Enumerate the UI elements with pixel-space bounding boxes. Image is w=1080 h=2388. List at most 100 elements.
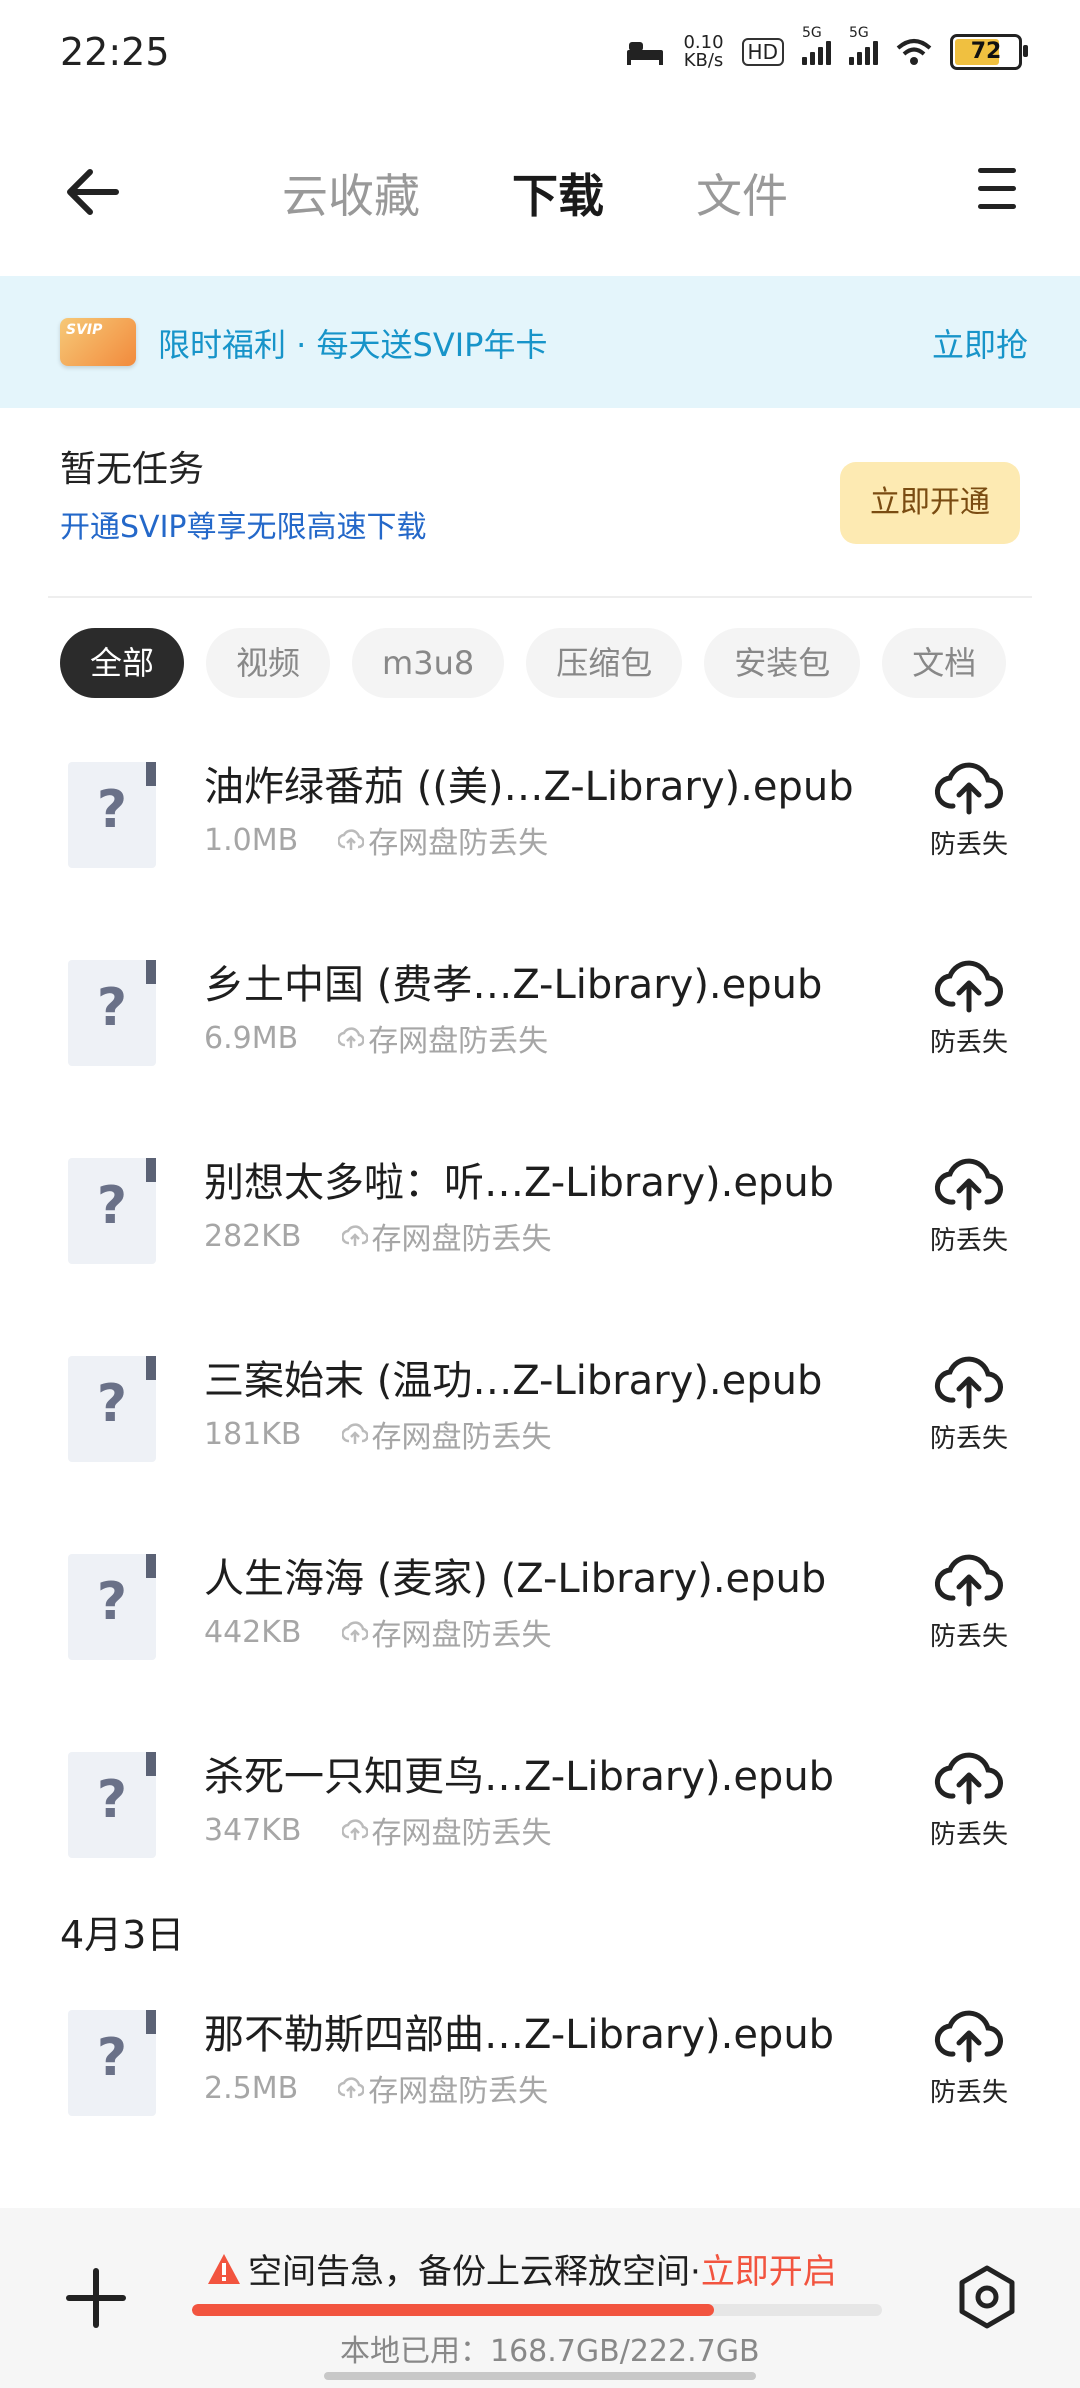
date-section-header: 4月3日 <box>60 1913 185 1957</box>
cloud-upload-small-icon <box>341 1819 368 1840</box>
net-speed: 0.10 KB/s <box>683 34 723 70</box>
file-list-item[interactable]: ? 杀死一只知更鸟…Z-Library).epub 347KB 存网盘防丢失 防丢失 <box>0 1732 1080 1930</box>
file-list-item[interactable]: ? 人生海海 (麦家) (Z-Library).epub 442KB 存网盘防丢失 防丢… <box>0 1534 1080 1732</box>
signal-1-label: 5G <box>802 25 822 41</box>
backup-hint: 存网盘防丢失 <box>371 1222 552 1257</box>
promo-text: 限时福利 · 每天送SVIP年卡 <box>158 326 548 364</box>
backup-label: 防丢失 <box>929 1820 1008 1850</box>
filter-documents[interactable]: 文档 <box>882 628 1007 698</box>
enable-backup-link[interactable]: 立即开启 <box>701 2244 837 2293</box>
grab-now-link[interactable]: 立即抢 <box>932 320 1028 366</box>
add-icon[interactable] <box>66 2268 126 2328</box>
file-size: 181KB <box>204 1416 302 1452</box>
backup-hint: 存网盘防丢失 <box>368 826 549 861</box>
cloud-upload-icon <box>934 2010 1003 2063</box>
menu-icon[interactable] <box>978 168 1016 222</box>
tab-bar: 云收藏 下载 文件 <box>282 160 788 226</box>
svip-upsell-link[interactable]: 开通SVIP尊享无限高速下载 <box>60 502 427 546</box>
cloud-upload-icon <box>934 960 1003 1013</box>
file-meta: 442KB 存网盘防丢失 <box>204 1610 552 1654</box>
wifi-icon <box>896 39 932 65</box>
file-size: 6.9MB <box>204 1020 299 1056</box>
backup-button[interactable]: 防丢失 <box>924 958 1014 1059</box>
status-bar: 22:25 0.10 KB/s HD 5G 5G 72 <box>0 0 1080 116</box>
storage-alert-text: 空间告急，备份上云释放空间· <box>248 2252 701 2292</box>
unknown-file-icon: ? <box>68 2010 156 2116</box>
backup-hint: 存网盘防丢失 <box>368 1024 549 1059</box>
filter-chips: 全部 视频 m3u8 压缩包 安装包 文档 <box>60 628 1007 698</box>
backup-button[interactable]: 防丢失 <box>924 2008 1014 2109</box>
cloud-upload-small-icon <box>338 829 365 850</box>
unknown-file-icon: ? <box>68 1752 156 1858</box>
unknown-file-icon: ? <box>68 960 156 1066</box>
file-meta: 181KB 存网盘防丢失 <box>204 1412 552 1456</box>
promo-banner[interactable]: SVIP 限时福利 · 每天送SVIP年卡 立即抢 <box>0 276 1080 408</box>
no-task-title: 暂无任务 <box>60 449 205 490</box>
svip-card-label: SVIP <box>66 322 103 338</box>
net-speed-unit: KB/s <box>683 50 724 71</box>
storage-progress-fill <box>192 2304 715 2316</box>
file-size: 1.0MB <box>204 822 299 858</box>
filter-m3u8[interactable]: m3u8 <box>352 628 505 698</box>
divider <box>48 596 1032 598</box>
back-arrow-icon[interactable] <box>62 160 126 224</box>
file-list-item[interactable]: ? 乡土中国 (费孝…Z-Library).epub 6.9MB 存网盘防丢失 防丢失 <box>0 940 1080 1138</box>
bed-icon <box>627 42 664 65</box>
file-size: 347KB <box>204 1812 302 1848</box>
backup-button[interactable]: 防丢失 <box>924 1750 1014 1851</box>
file-name: 油炸绿番茄 ((美)…Z-Library).epub <box>204 764 854 810</box>
backup-hint: 存网盘防丢失 <box>371 1420 552 1455</box>
warning-icon <box>208 2253 240 2284</box>
status-time: 22:25 <box>60 30 170 74</box>
tab-files[interactable]: 文件 <box>696 160 788 226</box>
top-nav: 云收藏 下载 文件 <box>0 116 1080 274</box>
storage-progress <box>192 2304 882 2316</box>
bottom-bar: 空间告急，备份上云释放空间· 立即开启 本地已用：168.7GB/222.7GB <box>0 2208 1080 2388</box>
backup-hint: 存网盘防丢失 <box>371 1618 552 1653</box>
file-size: 2.5MB <box>204 2070 299 2106</box>
no-task-section: 暂无任务 开通SVIP尊享无限高速下载 <box>60 440 427 546</box>
file-list-item[interactable]: ? 那不勒斯四部曲…Z-Library).epub 2.5MB 存网盘防丢失 防丢失 <box>0 1990 1080 2188</box>
file-size: 442KB <box>204 1614 302 1650</box>
backup-hint: 存网盘防丢失 <box>368 2074 549 2109</box>
file-name: 杀死一只知更鸟…Z-Library).epub <box>204 1754 835 1800</box>
signal-1-icon: 5G <box>802 25 831 65</box>
file-list-item[interactable]: ? 油炸绿番茄 ((美)…Z-Library).epub 1.0MB 存网盘防丢失 防丢… <box>0 742 1080 940</box>
backup-label: 防丢失 <box>929 2078 1008 2108</box>
filter-archive[interactable]: 压缩包 <box>526 628 683 698</box>
settings-hex-icon[interactable] <box>954 2264 1020 2330</box>
file-meta: 282KB 存网盘防丢失 <box>204 1214 552 1258</box>
status-icons: 0.10 KB/s HD 5G 5G 72 <box>625 25 1028 70</box>
backup-button[interactable]: 防丢失 <box>924 760 1014 861</box>
tab-downloads[interactable]: 下载 <box>512 160 604 226</box>
backup-hint: 存网盘防丢失 <box>371 1816 552 1851</box>
cloud-upload-icon <box>934 1752 1003 1805</box>
unknown-file-icon: ? <box>68 1356 156 1462</box>
backup-label: 防丢失 <box>929 1028 1008 1058</box>
filter-video[interactable]: 视频 <box>206 628 331 698</box>
tab-cloud-favorites[interactable]: 云收藏 <box>282 160 420 226</box>
backup-button[interactable]: 防丢失 <box>924 1354 1014 1455</box>
cloud-upload-icon <box>934 1158 1003 1211</box>
file-size: 282KB <box>204 1218 302 1254</box>
file-list-item[interactable]: ? 三案始末 (温功…Z-Library).epub 181KB 存网盘防丢失 防丢失 <box>0 1336 1080 1534</box>
open-svip-button[interactable]: 立即开通 <box>840 462 1020 544</box>
backup-label: 防丢失 <box>929 1424 1008 1454</box>
file-meta: 6.9MB 存网盘防丢失 <box>204 1016 548 1060</box>
backup-button[interactable]: 防丢失 <box>924 1552 1014 1653</box>
cloud-upload-icon <box>934 1356 1003 1409</box>
file-name: 人生海海 (麦家) (Z-Library).epub <box>204 1556 827 1602</box>
file-name: 别想太多啦：听…Z-Library).epub <box>204 1160 835 1206</box>
filter-apk[interactable]: 安装包 <box>704 628 861 698</box>
backup-button[interactable]: 防丢失 <box>924 1156 1014 1257</box>
signal-2-label: 5G <box>849 25 869 41</box>
unknown-file-icon: ? <box>68 1158 156 1264</box>
file-list-item[interactable]: ? 别想太多啦：听…Z-Library).epub 282KB 存网盘防丢失 防丢失 <box>0 1138 1080 1336</box>
filter-all[interactable]: 全部 <box>60 628 185 698</box>
file-meta: 347KB 存网盘防丢失 <box>204 1808 552 1852</box>
cloud-upload-small-icon <box>341 1423 368 1444</box>
cloud-upload-small-icon <box>338 2077 365 2098</box>
backup-label: 防丢失 <box>929 1622 1008 1652</box>
file-name: 三案始末 (温功…Z-Library).epub <box>204 1358 823 1404</box>
battery-level: 72 <box>970 39 1002 64</box>
